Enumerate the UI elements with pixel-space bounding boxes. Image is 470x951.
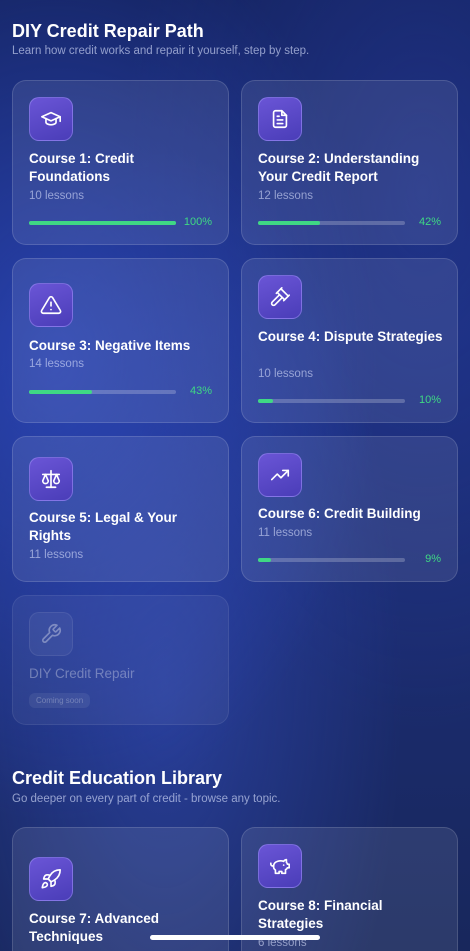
progress-bar: [258, 399, 405, 403]
gavel-icon: [258, 275, 302, 319]
course-title: Course 8: Financial Strategies: [258, 898, 383, 931]
course-title: Course 4: Dispute Strategies: [258, 329, 443, 344]
progress-percent: 9%: [425, 553, 441, 565]
progress-percent: 10%: [418, 394, 441, 406]
course-lessons: 10 lessons: [29, 190, 84, 202]
course-title: Course 3: Negative Items: [29, 338, 191, 353]
progress-bar: [258, 221, 405, 225]
course-title: Course 5: Legal & Your Rights: [29, 510, 178, 543]
course-lessons: 10 lessons: [258, 368, 313, 380]
course-title: Course 6: Credit Building: [258, 506, 421, 521]
progress-percent: 42%: [418, 216, 441, 228]
course-lessons: 14 lessons: [29, 358, 84, 370]
course-card-4[interactable]: Course 4: Dispute Strategies 10 lessons …: [241, 258, 458, 423]
rocket-icon: [29, 857, 73, 901]
document-icon: [258, 97, 302, 141]
course-card-8[interactable]: Course 8: Financial Strategies 6 lessons: [241, 827, 458, 951]
path-subtitle: Learn how credit works and repair it you…: [12, 45, 310, 57]
course-card-3[interactable]: Course 3: Negative Items 14 lessons 43%: [12, 258, 229, 423]
home-indicator[interactable]: [150, 935, 320, 940]
scales-icon: [29, 457, 73, 501]
wrench-icon: [29, 612, 73, 656]
progress-percent: 100%: [183, 216, 212, 228]
course-lessons: 12 lessons: [258, 190, 313, 202]
coming-soon-badge: Coming soon: [29, 693, 91, 708]
progress-percent: 43%: [189, 385, 212, 397]
course-card-1[interactable]: Course 1: Credit Foundations 10 lessons …: [12, 80, 229, 245]
course-title: Course 2: Understanding Your Credit Repo…: [258, 151, 420, 184]
piggy-bank-icon: [258, 844, 302, 888]
course-lessons: 11 lessons: [258, 527, 313, 539]
course-card-6[interactable]: Course 6: Credit Building 11 lessons 9%: [241, 436, 458, 582]
graduation-cap-icon: [29, 97, 73, 141]
course-lessons: 11 lessons: [29, 549, 84, 561]
trending-up-icon: [258, 453, 302, 497]
library-subtitle: Go deeper on every part of credit - brow…: [12, 793, 281, 805]
progress-bar: [29, 390, 176, 394]
course-card-2[interactable]: Course 2: Understanding Your Credit Repo…: [241, 80, 458, 245]
course-card-5[interactable]: Course 5: Legal & Your Rights 11 lessons: [12, 436, 229, 582]
progress-bar: [258, 558, 405, 562]
course-card-diy: DIY Credit Repair Coming soon: [12, 595, 229, 725]
course-card-7[interactable]: Course 7: Advanced Techniques: [12, 827, 229, 951]
progress-bar: [29, 221, 176, 225]
course-title: DIY Credit Repair: [29, 666, 135, 681]
warning-icon: [29, 283, 73, 327]
path-title: DIY Credit Repair Path: [12, 21, 204, 41]
library-title: Credit Education Library: [12, 768, 223, 788]
course-title: Course 1: Credit Foundations: [29, 151, 135, 184]
course-title: Course 7: Advanced Techniques: [29, 911, 160, 944]
